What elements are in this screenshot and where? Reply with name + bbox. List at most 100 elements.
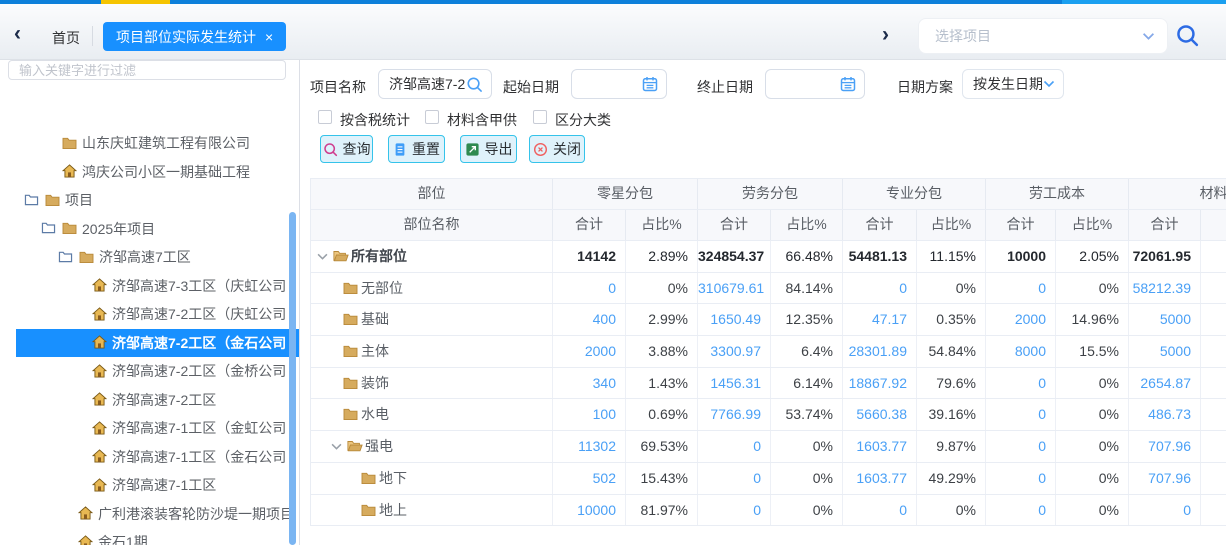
total-value-cell[interactable]: 100 (553, 399, 626, 430)
checkbox-material-owner-supplied[interactable] (425, 110, 439, 124)
home-icon (92, 478, 107, 492)
total-value-cell[interactable]: 340 (553, 368, 626, 399)
tree-node-8[interactable]: 济邹高速7-2工区（金桥公司 (0, 357, 300, 386)
close-button[interactable]: 关闭 (529, 135, 585, 163)
total-value-cell[interactable]: 0 (986, 273, 1056, 304)
export-button[interactable]: 导出 (460, 135, 517, 163)
percent-value-cell: 0% (1056, 273, 1129, 304)
tree-node-selected[interactable]: 济邹高速7-2工区（金石公司 (0, 329, 300, 358)
total-value-cell[interactable]: 0 (1129, 495, 1201, 526)
calendar-icon[interactable] (840, 76, 856, 92)
total-value-cell[interactable]: 0 (698, 463, 771, 494)
total-value-cell[interactable]: 7766.99 (698, 399, 771, 430)
table-row: 无部位00%310679.6184.14%00%00%58212.39 (310, 273, 1226, 305)
tree-node-12[interactable]: 济邹高速7-1工区 (0, 471, 300, 500)
tree-node-9[interactable]: 济邹高速7-2工区 (0, 386, 300, 415)
total-value-cell[interactable]: 0 (986, 495, 1056, 526)
tree-node-4[interactable]: 济邹高速7工区 (0, 243, 300, 272)
calendar-icon[interactable] (642, 76, 658, 92)
part-name-cell: 无部位 (311, 273, 553, 304)
total-value-cell[interactable]: 10000 (553, 495, 626, 526)
total-value-cell[interactable]: 5000 (1129, 336, 1201, 367)
total-value-cell[interactable]: 0 (986, 431, 1056, 462)
total-value-cell[interactable]: 0 (553, 273, 626, 304)
total-value-cell[interactable]: 2654.87 (1129, 368, 1201, 399)
total-value-cell[interactable]: 5000 (1129, 304, 1201, 335)
total-value-cell[interactable]: 5660.38 (843, 399, 917, 430)
checkbox-tax-included[interactable] (318, 110, 332, 124)
back-chevron-icon[interactable]: ‹ (14, 22, 21, 46)
total-value-cell[interactable]: 0 (986, 463, 1056, 494)
tree-node-11[interactable]: 济邹高速7-1工区（金石公司 (0, 443, 300, 472)
tree-node-5[interactable]: 济邹高速7-3工区（庆虹公司 (0, 272, 300, 301)
total-value-cell[interactable]: 486.73 (1129, 399, 1201, 430)
tab-home[interactable]: 首页 (52, 28, 80, 48)
total-value-cell[interactable]: 502 (553, 463, 626, 494)
tree-node-10[interactable]: 济邹高速7-1工区（金虹公司 (0, 414, 300, 443)
total-value-cell[interactable]: 0 (843, 495, 917, 526)
total-value-cell[interactable]: 8000 (986, 336, 1056, 367)
tree-node-0[interactable]: 山东庆虹建筑工程有限公司 (0, 129, 300, 158)
percent-value-cell: 69.53% (626, 431, 698, 462)
total-value-cell[interactable]: 400 (553, 304, 626, 335)
row-collapse-icon[interactable] (317, 253, 328, 260)
total-value-cell[interactable]: 310679.61 (698, 273, 771, 304)
tree-node-13[interactable]: 广利港滚装客轮防沙堤一期项目 (0, 500, 300, 529)
search-icon[interactable] (1175, 23, 1200, 48)
checkbox-category-split-label: 区分大类 (555, 110, 611, 130)
total-value-cell[interactable]: 14142 (553, 241, 626, 272)
total-value-cell[interactable]: 2000 (553, 336, 626, 367)
total-value-cell[interactable]: 28301.89 (843, 336, 917, 367)
tree-expander-icon[interactable] (24, 193, 39, 206)
total-value-cell[interactable]: 707.96 (1129, 463, 1201, 494)
checkbox-category-split[interactable] (533, 110, 547, 124)
percent-value-cell (1201, 368, 1226, 399)
query-button[interactable]: 查询 (320, 135, 373, 163)
start-date-input[interactable] (571, 69, 667, 99)
tree-node-1[interactable]: 鸿庆公司小区一期基础工程 (0, 158, 300, 187)
total-value-cell[interactable]: 1456.31 (698, 368, 771, 399)
tree-node-14[interactable]: 金石1期 (0, 528, 300, 545)
sidebar-scrollbar[interactable] (289, 212, 296, 545)
total-value-cell[interactable]: 18867.92 (843, 368, 917, 399)
tab-close-icon[interactable]: × (265, 29, 273, 45)
total-value-cell[interactable]: 47.17 (843, 304, 917, 335)
total-value-cell[interactable]: 2000 (986, 304, 1056, 335)
tree-node-2[interactable]: 项目 (0, 186, 300, 215)
query-button-label: 查询 (343, 139, 371, 159)
total-value-cell[interactable]: 1603.77 (843, 431, 917, 462)
total-value-cell[interactable]: 707.96 (1129, 431, 1201, 462)
total-value-cell[interactable]: 0 (986, 399, 1056, 430)
tree-node-label: 2025年项目 (82, 215, 155, 244)
forward-chevron-icon[interactable]: › (882, 23, 889, 47)
row-collapse-icon[interactable] (331, 443, 342, 450)
percent-value-cell: 0% (1056, 431, 1129, 462)
total-value-cell[interactable]: 324854.37 (698, 241, 771, 272)
tree-expander-icon[interactable] (58, 250, 73, 263)
date-scheme-select[interactable]: 按发生日期 (962, 69, 1064, 99)
total-value-cell[interactable]: 0 (698, 431, 771, 462)
total-value-cell[interactable]: 3300.97 (698, 336, 771, 367)
project-name-value: 济邹高速7-2 (389, 74, 466, 94)
total-value-cell[interactable]: 54481.13 (843, 241, 917, 272)
search-icon[interactable] (466, 76, 483, 93)
total-value-cell[interactable]: 1650.49 (698, 304, 771, 335)
total-value-cell[interactable]: 58212.39 (1129, 273, 1201, 304)
tree-node-3[interactable]: 2025年项目 (0, 215, 300, 244)
end-date-input[interactable] (765, 69, 865, 99)
tree-expander-icon[interactable] (41, 221, 56, 234)
total-value-cell[interactable]: 11302 (553, 431, 626, 462)
column-header-5: 合计 (843, 210, 917, 240)
total-value-cell[interactable]: 72061.95 (1129, 241, 1201, 272)
total-value-cell[interactable]: 10000 (986, 241, 1056, 272)
tree-node-6[interactable]: 济邹高速7-2工区（庆虹公司 (0, 300, 300, 329)
project-select[interactable]: 选择项目 (918, 18, 1168, 54)
total-value-cell[interactable]: 0 (986, 368, 1056, 399)
total-value-cell[interactable]: 1603.77 (843, 463, 917, 494)
total-value-cell[interactable]: 0 (698, 495, 771, 526)
reset-button[interactable]: 重置 (388, 135, 445, 163)
tree-filter-input[interactable] (8, 60, 286, 80)
project-name-input[interactable]: 济邹高速7-2 (378, 69, 492, 99)
total-value-cell[interactable]: 0 (843, 273, 917, 304)
tab-active[interactable]: 项目部位实际发生统计 × (103, 22, 286, 51)
